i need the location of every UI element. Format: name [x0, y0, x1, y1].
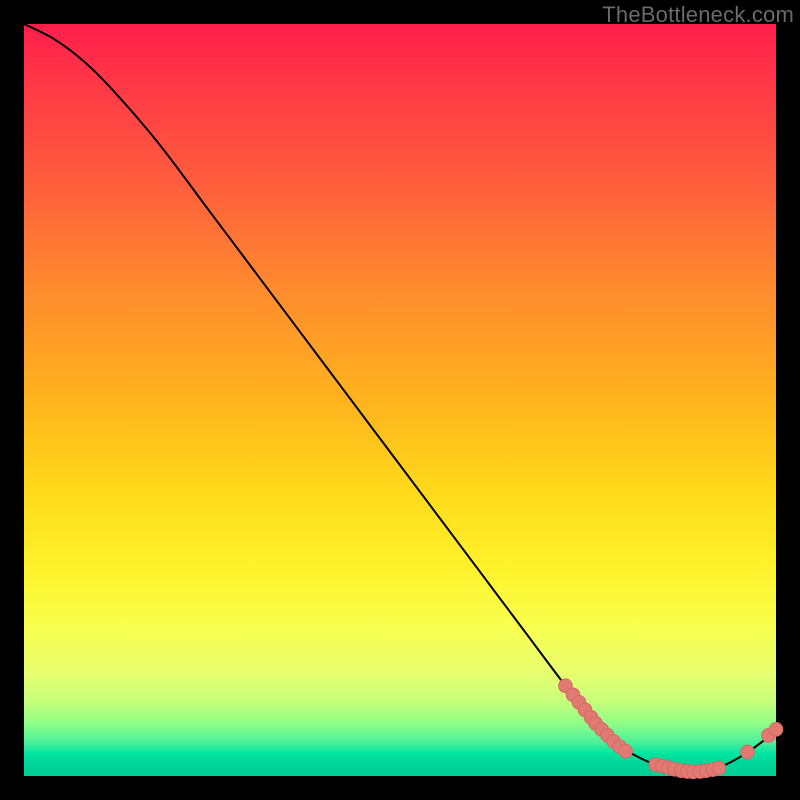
chart-stage: TheBottleneck.com	[0, 0, 800, 800]
data-marker	[769, 723, 783, 737]
bottleneck-curve-line	[24, 24, 776, 772]
data-marker	[712, 761, 726, 775]
data-markers	[559, 679, 783, 779]
data-marker	[619, 744, 633, 758]
data-marker	[741, 745, 755, 759]
plot-area	[24, 24, 776, 776]
chart-svg	[24, 24, 776, 776]
